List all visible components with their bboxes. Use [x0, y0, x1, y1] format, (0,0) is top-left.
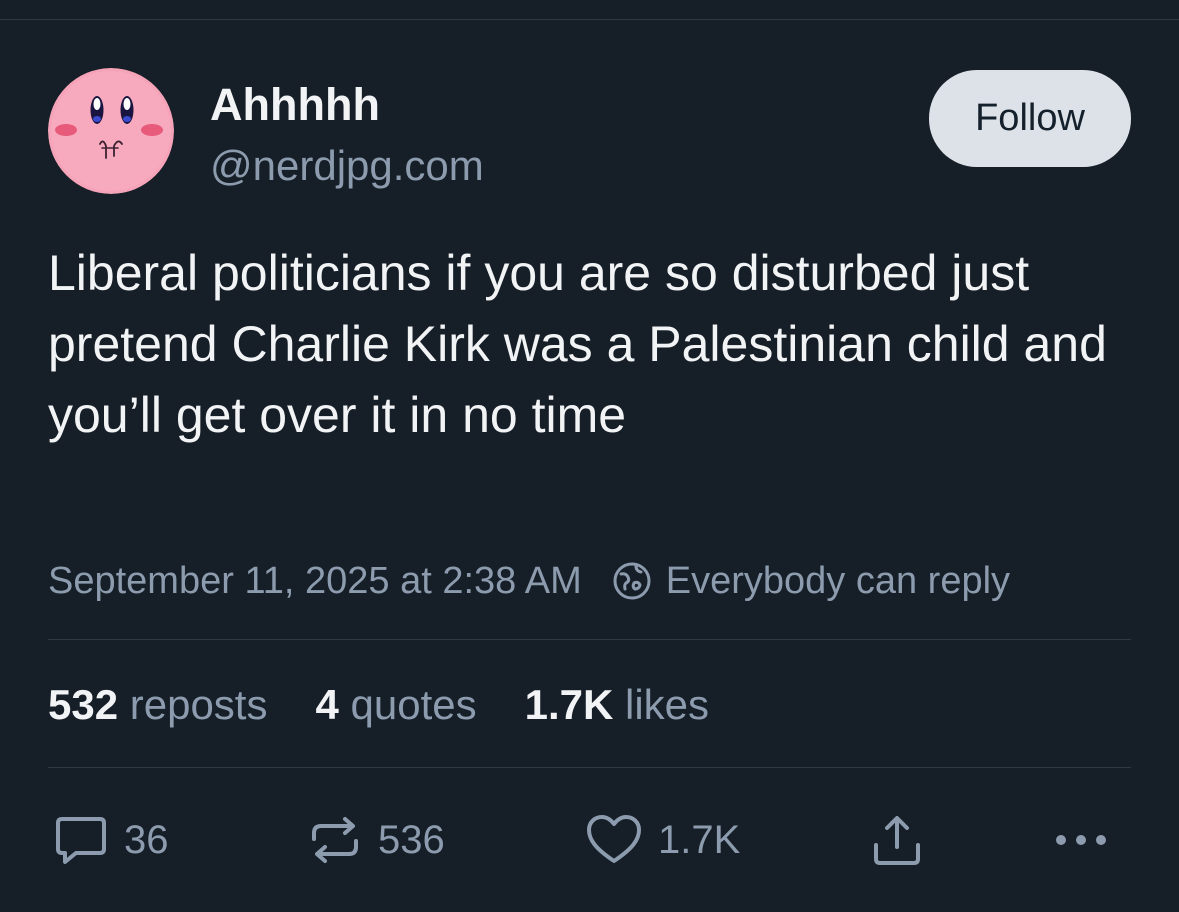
post-meta: September 11, 2025 at 2:38 AM Everybody …: [48, 556, 1010, 606]
top-divider: [0, 19, 1179, 20]
likes-count: 1.7K: [524, 681, 614, 728]
heart-icon: [587, 815, 641, 863]
post-text: Liberal politicians if you are so distur…: [48, 245, 1107, 443]
user-handle[interactable]: @nerdjpg.com: [210, 141, 484, 191]
reply-count: 36: [124, 817, 169, 862]
more-options-button[interactable]: [1052, 808, 1126, 872]
quotes-stat[interactable]: 4 quotes: [315, 681, 476, 729]
reply-button[interactable]: 36: [52, 808, 169, 872]
repost-arrows-icon: [312, 817, 358, 863]
engagement-stats: 532 reposts 4 quotes 1.7K likes: [48, 678, 757, 732]
follow-button[interactable]: Follow: [929, 70, 1131, 167]
repost-count: 536: [378, 817, 445, 862]
quotes-count: 4: [315, 681, 339, 728]
display-name[interactable]: Ahhhhh: [210, 79, 380, 131]
more-dots-icon: [1056, 835, 1106, 845]
reply-setting[interactable]: Everybody can reply: [612, 560, 1010, 603]
reposts-stat[interactable]: 532 reposts: [48, 681, 267, 729]
avatar[interactable]: [48, 68, 174, 194]
divider-meta: [48, 639, 1131, 640]
reply-setting-label: Everybody can reply: [665, 559, 1011, 602]
avatar-image: [48, 68, 174, 194]
reposts-count: 532: [48, 681, 119, 728]
like-button[interactable]: 1.7K: [584, 808, 740, 872]
divider-stats: [48, 767, 1131, 768]
speech-bubble-icon: [56, 817, 106, 864]
globe-icon: [613, 562, 651, 600]
post-timestamp: September 11, 2025 at 2:38 AM: [48, 559, 582, 602]
repost-button[interactable]: 536: [306, 808, 445, 872]
share-upload-icon: [874, 816, 920, 865]
reposts-label: reposts: [129, 681, 268, 728]
likes-label: likes: [625, 681, 710, 728]
likes-stat[interactable]: 1.7K likes: [525, 681, 709, 729]
share-button[interactable]: [868, 808, 940, 872]
quotes-label: quotes: [350, 681, 477, 728]
like-count: 1.7K: [658, 817, 741, 862]
